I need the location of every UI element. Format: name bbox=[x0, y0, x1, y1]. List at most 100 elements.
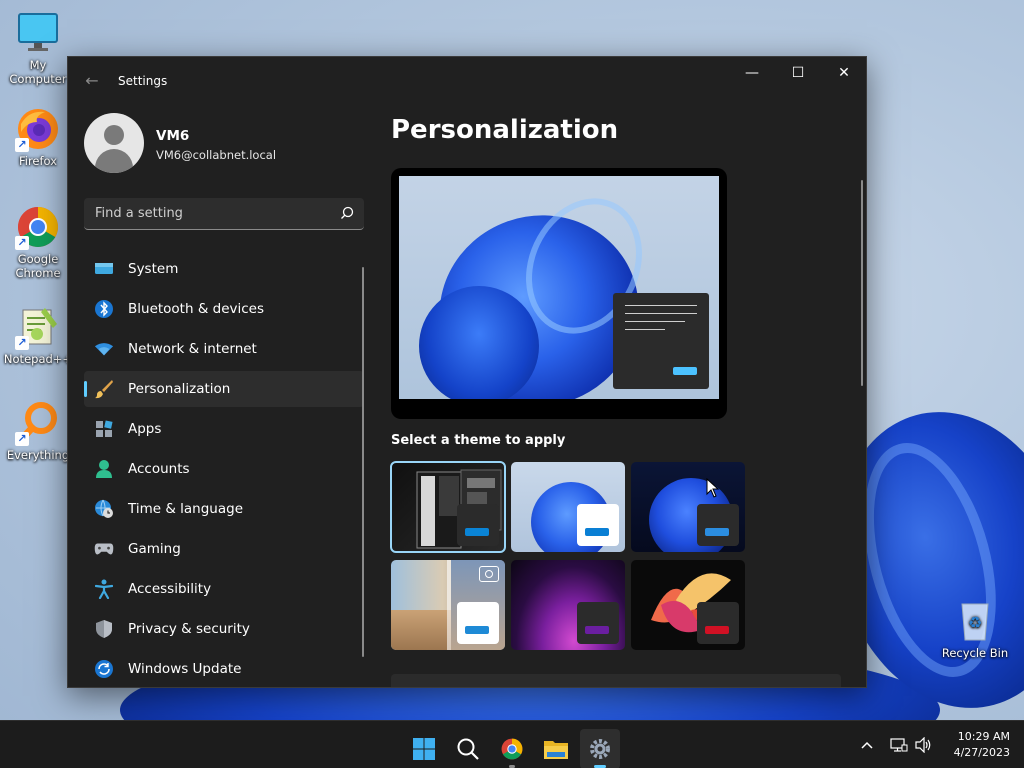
chrome-icon bbox=[501, 738, 523, 760]
profile-name: VM6 bbox=[156, 128, 190, 144]
theme-chip bbox=[697, 504, 739, 546]
clock-date: 4/27/2023 bbox=[953, 746, 1010, 759]
sidebar-nav: System Bluetooth & devices Network & int… bbox=[84, 251, 364, 687]
everything-search-icon: ↗ bbox=[15, 400, 61, 446]
desktop-icon-notepadpp[interactable]: ↗ Notepad++ bbox=[2, 304, 74, 366]
camera-icon[interactable] bbox=[479, 566, 499, 582]
main-scrollbar[interactable] bbox=[861, 180, 863, 386]
taskbar-file-explorer[interactable] bbox=[536, 729, 576, 768]
desktop-icon-recycle-bin[interactable]: ♻ Recycle Bin bbox=[939, 598, 1011, 660]
taskbar-chrome[interactable] bbox=[492, 729, 532, 768]
close-button[interactable]: ✕ bbox=[821, 57, 866, 89]
monitor-icon bbox=[15, 10, 61, 56]
wifi-icon bbox=[94, 339, 114, 359]
sidebar-item-time-language[interactable]: Time & language bbox=[84, 491, 364, 527]
sidebar-item-system[interactable]: System bbox=[84, 251, 364, 287]
minimize-button[interactable]: — bbox=[729, 57, 775, 89]
shortcut-arrow-icon: ↗ bbox=[15, 236, 29, 250]
preview-window bbox=[613, 293, 709, 389]
search-icon[interactable] bbox=[340, 206, 354, 220]
shortcut-arrow-icon: ↗ bbox=[15, 336, 29, 350]
preview-wallpaper bbox=[399, 176, 719, 399]
network-icon bbox=[890, 738, 908, 752]
theme-tile-glow[interactable] bbox=[511, 560, 625, 650]
profile-email: VM6@collabnet.local bbox=[156, 148, 277, 162]
chevron-up-icon bbox=[861, 741, 873, 749]
settings-window: ← Settings — ☐ ✕ VM6 VM6@collabnet.local… bbox=[67, 56, 867, 688]
system-icon bbox=[94, 259, 114, 279]
apps-icon bbox=[94, 419, 114, 439]
sidebar-item-privacy[interactable]: Privacy & security bbox=[84, 611, 364, 647]
sidebar-item-windows-update[interactable]: Windows Update bbox=[84, 651, 364, 687]
shortcut-arrow-icon: ↗ bbox=[15, 432, 29, 446]
theme-chip bbox=[457, 602, 499, 644]
gamepad-icon bbox=[94, 539, 114, 559]
taskbar-search-button[interactable] bbox=[448, 729, 488, 768]
sidebar-item-accounts[interactable]: Accounts bbox=[84, 451, 364, 487]
search-input[interactable] bbox=[84, 198, 324, 228]
tray-overflow-button[interactable] bbox=[860, 721, 874, 768]
window-title: Settings bbox=[118, 74, 168, 88]
sidebar-item-personalization[interactable]: Personalization bbox=[84, 371, 364, 407]
desktop-icon-label: My Computer bbox=[9, 58, 67, 86]
theme-tile-windows-light[interactable] bbox=[511, 462, 625, 552]
desktop-icon-label: Google Chrome bbox=[15, 252, 61, 280]
theme-preview bbox=[391, 168, 727, 419]
settings-card[interactable] bbox=[391, 674, 841, 687]
theme-tile-current[interactable] bbox=[390, 461, 506, 553]
svg-text:♻: ♻ bbox=[968, 613, 982, 632]
avatar[interactable] bbox=[84, 113, 144, 173]
desktop-icon-my-computer[interactable]: My Computer bbox=[2, 10, 74, 86]
back-arrow-icon[interactable]: ← bbox=[80, 69, 104, 93]
desktop-icon-everything[interactable]: ↗ Everything bbox=[2, 400, 74, 462]
shield-icon bbox=[94, 619, 114, 639]
search-box[interactable] bbox=[84, 198, 364, 230]
sidebar-item-network[interactable]: Network & internet bbox=[84, 331, 364, 367]
desktop-icon-firefox[interactable]: ↗ Firefox bbox=[2, 106, 74, 168]
update-icon bbox=[94, 659, 114, 679]
notepadpp-icon: ↗ bbox=[15, 304, 61, 350]
start-button[interactable] bbox=[404, 729, 444, 768]
theme-chip bbox=[457, 504, 499, 546]
volume-tray-button[interactable] bbox=[915, 721, 933, 768]
paintbrush-icon bbox=[94, 379, 114, 399]
sidebar-item-apps[interactable]: Apps bbox=[84, 411, 364, 447]
taskbar-settings[interactable] bbox=[580, 729, 620, 768]
maximize-button[interactable]: ☐ bbox=[775, 57, 821, 89]
desktop-icon-label: Recycle Bin bbox=[941, 646, 1009, 660]
theme-tile-windows-spotlight[interactable] bbox=[391, 560, 505, 650]
desktop-icon-label: Everything bbox=[6, 448, 70, 462]
mouse-cursor-icon bbox=[706, 478, 720, 498]
chrome-icon: ↗ bbox=[15, 204, 61, 250]
sidebar-item-gaming[interactable]: Gaming bbox=[84, 531, 364, 567]
accounts-icon bbox=[94, 459, 114, 479]
search-icon bbox=[457, 738, 479, 760]
speaker-icon bbox=[915, 737, 931, 753]
recycle-bin-icon: ♻ bbox=[952, 598, 998, 644]
sidebar-item-bluetooth[interactable]: Bluetooth & devices bbox=[84, 291, 364, 327]
desktop-icon-label: Firefox bbox=[18, 154, 58, 168]
file-explorer-icon bbox=[544, 741, 568, 759]
clock-time: 10:29 AM bbox=[957, 730, 1010, 743]
shortcut-arrow-icon: ↗ bbox=[15, 138, 29, 152]
theme-chip bbox=[697, 602, 739, 644]
theme-chip bbox=[577, 504, 619, 546]
settings-icon bbox=[590, 739, 610, 759]
firefox-icon: ↗ bbox=[15, 106, 61, 152]
globe-clock-icon bbox=[94, 499, 114, 519]
start-icon bbox=[413, 738, 435, 760]
title-bar[interactable]: ← Settings — ☐ ✕ bbox=[68, 57, 866, 105]
network-tray-button[interactable] bbox=[890, 721, 908, 768]
theme-tile-windows-dark[interactable] bbox=[631, 462, 745, 552]
sidebar-item-accessibility[interactable]: Accessibility bbox=[84, 571, 364, 607]
desktop-icon-label: Notepad++ bbox=[3, 352, 73, 366]
page-title: Personalization bbox=[391, 115, 619, 145]
accessibility-icon bbox=[94, 579, 114, 599]
theme-tile-captured-motion[interactable] bbox=[631, 560, 745, 650]
theme-chip bbox=[577, 602, 619, 644]
desktop-icon-chrome[interactable]: ↗ Google Chrome bbox=[2, 204, 74, 280]
sidebar-scrollbar[interactable] bbox=[362, 267, 364, 657]
clock[interactable]: 10:29 AM 4/27/2023 bbox=[940, 729, 1010, 761]
themes-section-label: Select a theme to apply bbox=[391, 433, 566, 448]
bluetooth-icon bbox=[94, 299, 114, 319]
